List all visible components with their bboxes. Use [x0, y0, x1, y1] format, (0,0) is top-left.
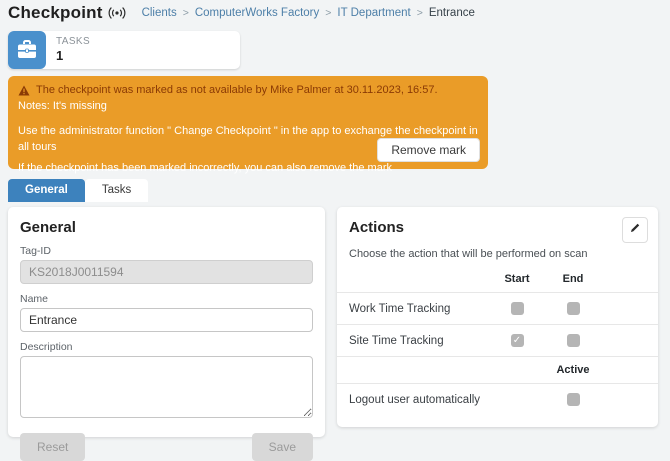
- site-time-end-checkbox[interactable]: [567, 334, 580, 347]
- table-row-work-time-tracking: Work Time Tracking: [349, 293, 646, 324]
- save-button[interactable]: Save: [252, 433, 313, 461]
- column-header-active: Active: [545, 364, 601, 376]
- general-panel-title: General: [20, 219, 313, 236]
- description-field[interactable]: [20, 356, 313, 418]
- active-header-row: Active: [349, 357, 646, 383]
- breadcrumb-entrance: Entrance: [429, 7, 475, 19]
- page-header: Checkpoint Clients > ComputerWorks Facto…: [8, 3, 475, 23]
- warning-notes-text: Notes: It's missing: [18, 99, 478, 115]
- column-header-start: Start: [489, 273, 545, 285]
- actions-subtitle: Choose the action that will be performed…: [349, 248, 646, 260]
- breadcrumb: Clients > ComputerWorks Factory > IT Dep…: [142, 7, 475, 19]
- warning-remove-hint-text: If the checkpoint has been marked incorr…: [18, 161, 478, 177]
- breadcrumb-separator: >: [183, 7, 189, 19]
- pencil-icon: [629, 221, 641, 239]
- actions-table-header: Start End: [349, 266, 646, 292]
- form-buttons: Reset Save: [20, 433, 313, 461]
- column-header-end: End: [545, 273, 601, 285]
- general-panel: General Tag-ID Name Description Reset Sa…: [8, 207, 325, 437]
- edit-actions-button[interactable]: [622, 217, 648, 243]
- checkpoint-signal-icon: [108, 6, 126, 20]
- kpi-text: TASKS 1: [56, 36, 90, 65]
- checkpoint-warning-banner: The checkpoint was marked as not availab…: [8, 76, 488, 169]
- content-tabs: General Tasks: [8, 179, 148, 202]
- tasks-count: 1: [56, 48, 90, 64]
- table-row-logout-automatically: Logout user automatically: [349, 384, 646, 415]
- warning-line-1: The checkpoint was marked as not availab…: [18, 83, 478, 99]
- reset-button[interactable]: Reset: [20, 433, 85, 461]
- table-row-site-time-tracking: Site Time Tracking: [349, 325, 646, 356]
- tag-id-field: [20, 260, 313, 284]
- briefcase-icon: [8, 31, 46, 69]
- work-time-start-checkbox[interactable]: [511, 302, 524, 315]
- breadcrumb-computerworks-factory[interactable]: ComputerWorks Factory: [195, 7, 319, 19]
- name-field[interactable]: [20, 308, 313, 332]
- site-time-start-checkbox[interactable]: [511, 334, 524, 347]
- row-label: Site Time Tracking: [349, 335, 489, 347]
- breadcrumb-separator: >: [325, 7, 331, 19]
- page-title: Checkpoint: [8, 3, 103, 23]
- warning-marked-text: The checkpoint was marked as not availab…: [36, 83, 438, 99]
- tag-id-label: Tag-ID: [20, 245, 313, 257]
- remove-mark-button[interactable]: Remove mark: [377, 138, 480, 162]
- tab-general[interactable]: General: [8, 179, 85, 202]
- row-label: Work Time Tracking: [349, 303, 489, 315]
- work-time-end-checkbox[interactable]: [567, 302, 580, 315]
- warning-triangle-icon: [18, 85, 30, 96]
- breadcrumb-separator: >: [417, 7, 423, 19]
- actions-panel-title: Actions: [349, 219, 646, 236]
- logout-active-checkbox[interactable]: [567, 393, 580, 406]
- description-label: Description: [20, 341, 313, 353]
- actions-panel: Actions Choose the action that will be p…: [337, 207, 658, 427]
- tab-tasks[interactable]: Tasks: [85, 179, 148, 202]
- tasks-kpi-card[interactable]: TASKS 1: [8, 31, 240, 69]
- tasks-label: TASKS: [56, 36, 90, 49]
- name-label: Name: [20, 293, 313, 305]
- breadcrumb-clients[interactable]: Clients: [142, 7, 177, 19]
- row-label: Logout user automatically: [349, 394, 489, 406]
- breadcrumb-it-department[interactable]: IT Department: [337, 7, 410, 19]
